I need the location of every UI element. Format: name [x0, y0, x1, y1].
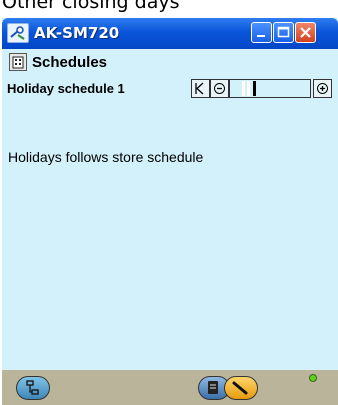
service-button[interactable]	[224, 376, 258, 400]
minimize-button[interactable]	[251, 22, 272, 43]
minimize-icon	[257, 35, 265, 37]
maximize-icon	[277, 26, 290, 38]
page-slider[interactable]	[229, 79, 311, 98]
window-title: AK-SM720	[34, 24, 120, 42]
slider-thumb-light	[242, 81, 245, 96]
building-icon[interactable]	[9, 53, 27, 71]
section-header: Schedules	[2, 51, 338, 73]
title-bar[interactable]: AK-SM720	[2, 18, 338, 49]
wrench-icon	[7, 23, 29, 43]
bottom-toolbar	[2, 370, 338, 405]
schedule-title: Holiday schedule 1	[7, 81, 125, 96]
app-window: AK-SM720 Schedules Holiday schedule 1 Ho…	[2, 18, 338, 405]
first-page-icon	[195, 82, 204, 95]
network-button[interactable]	[16, 376, 50, 400]
notes-icon	[208, 381, 218, 394]
next-button[interactable]	[313, 79, 332, 98]
slider-thumb[interactable]	[253, 81, 256, 96]
close-button[interactable]	[295, 22, 316, 43]
page-heading: Other closing days	[2, 0, 180, 13]
previous-icon	[214, 83, 225, 94]
first-page-button[interactable]	[191, 79, 210, 98]
schedule-header: Holiday schedule 1	[2, 77, 338, 101]
close-icon	[300, 27, 311, 38]
previous-button[interactable]	[210, 79, 229, 98]
status-indicator	[309, 374, 317, 382]
next-icon	[317, 83, 328, 94]
section-title: Schedules	[32, 54, 108, 71]
maximize-button[interactable]	[273, 22, 294, 43]
slider-thumb-light	[247, 81, 250, 96]
service-icon	[232, 381, 248, 395]
status-message: Holidays follows store schedule	[8, 149, 204, 165]
network-icon	[26, 380, 39, 395]
